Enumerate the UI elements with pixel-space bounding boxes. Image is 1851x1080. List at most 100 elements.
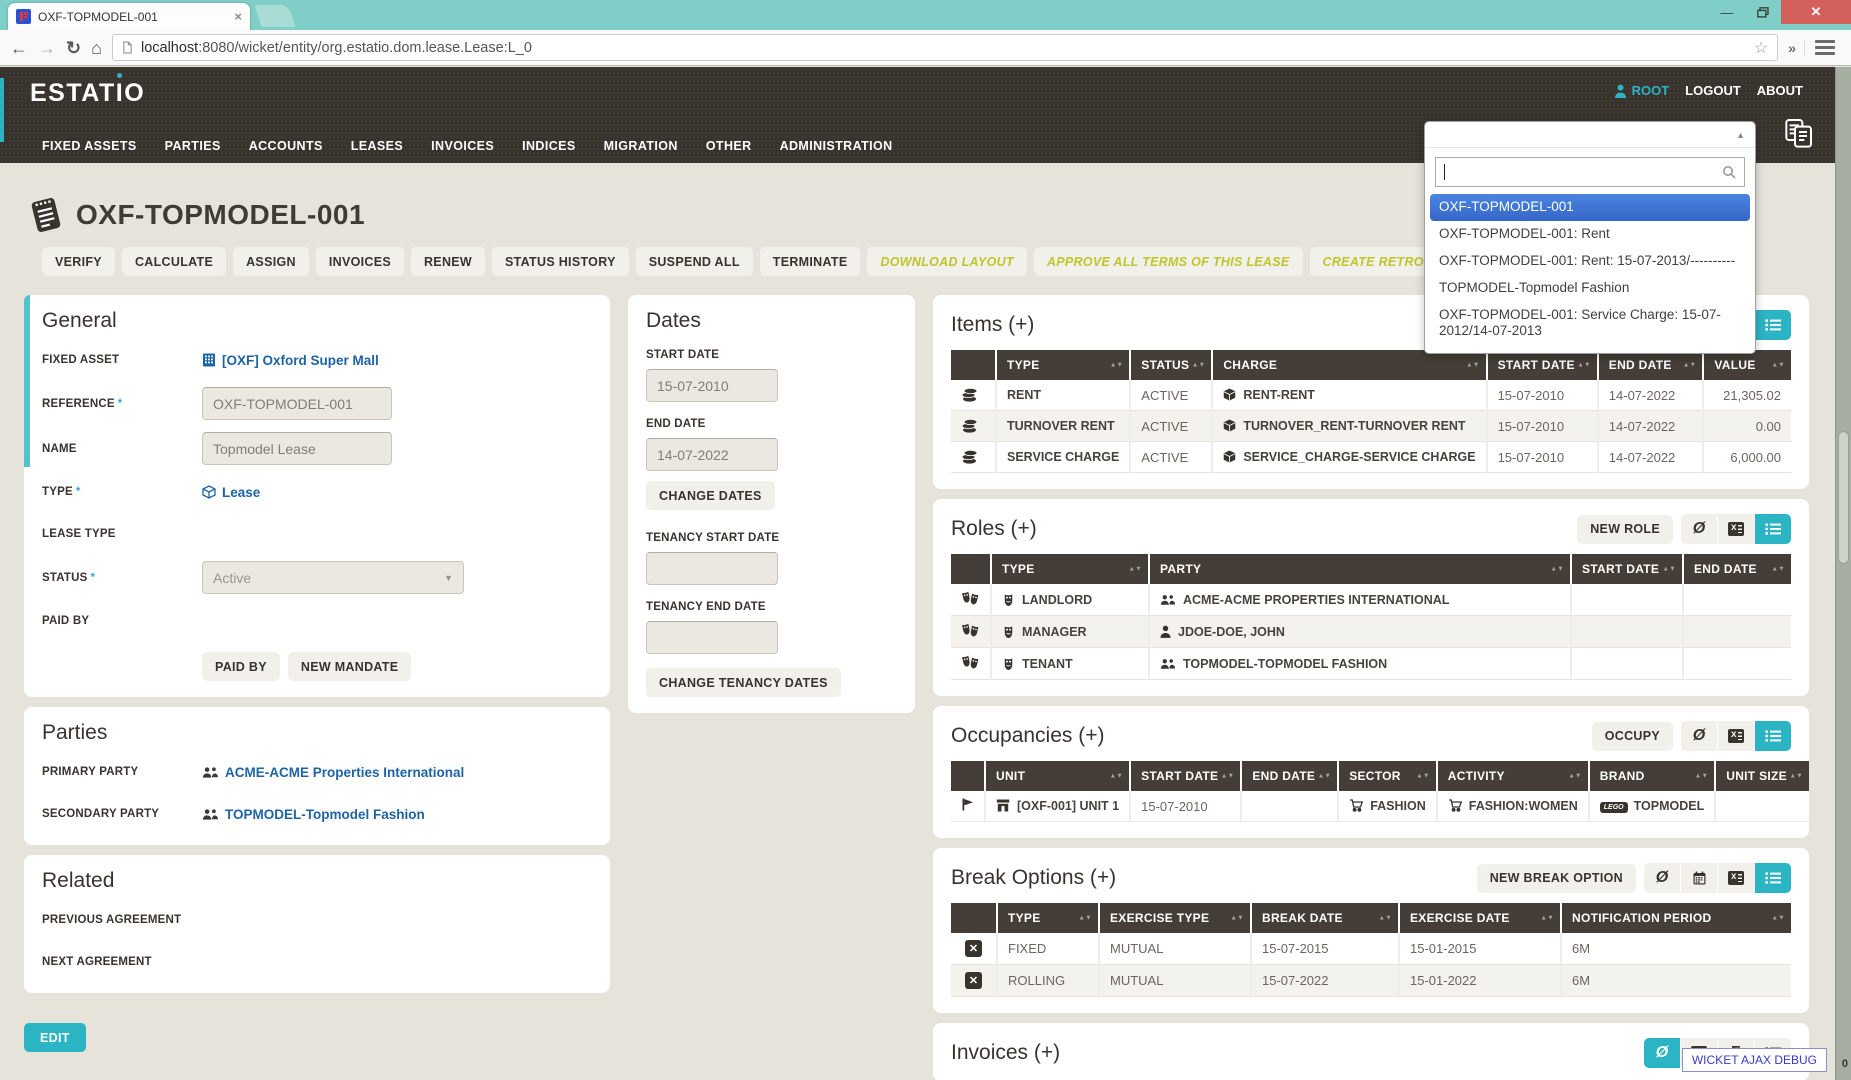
reference-field[interactable] — [202, 387, 392, 420]
occ-col-unit-size[interactable]: UNIT SIZE▲▼ — [1715, 761, 1809, 791]
items-col-start[interactable]: START DATE▲▼ — [1487, 350, 1598, 380]
new-mandate-button[interactable]: NEW MANDATE — [288, 652, 412, 681]
roles-col-party[interactable]: PARTY▲▼ — [1149, 554, 1571, 584]
items-col-charge[interactable]: CHARGE▲▼ — [1212, 350, 1486, 380]
tab-close-icon[interactable]: × — [234, 9, 242, 24]
items-col-type[interactable]: TYPE▲▼ — [996, 350, 1130, 380]
secondary-party-link[interactable]: TOPMODEL-Topmodel Fashion — [202, 807, 425, 822]
table-row[interactable]: TENANT TOPMODEL-TOPMODEL FASHION — [951, 648, 1791, 680]
status-history-button[interactable]: STATUS HISTORY — [492, 247, 629, 276]
change-tenancy-dates-button[interactable]: CHANGE TENANCY DATES — [646, 668, 841, 697]
verify-button[interactable]: VERIFY — [42, 247, 115, 276]
dropdown-option[interactable]: OXF-TOPMODEL-001: Rent — [1430, 221, 1750, 248]
hide-columns-icon[interactable]: Ø — [1681, 514, 1717, 544]
edit-button[interactable]: EDIT — [24, 1023, 86, 1052]
fixed-asset-link[interactable]: [OXF] Oxford Super Mall — [202, 353, 379, 368]
approve-all-terms-button[interactable]: APPROVE ALL TERMS OF THIS LEASE — [1034, 247, 1303, 276]
url-text[interactable]: localhost:8080/wicket/entity/org.estatio… — [141, 40, 1746, 56]
occ-col-sector[interactable]: SECTOR▲▼ — [1338, 761, 1437, 791]
table-row[interactable]: ✕ FIXED MUTUAL 15-07-2015 15-01-2015 6M — [951, 933, 1791, 965]
list-view-icon[interactable] — [1755, 310, 1791, 340]
menu-fixed-assets[interactable]: FIXED ASSETS — [42, 139, 137, 153]
break-col-exercise-type[interactable]: EXERCISE TYPE▲▼ — [1099, 903, 1251, 933]
entity-search-input[interactable] — [1435, 157, 1745, 187]
url-bar[interactable]: localhost:8080/wicket/entity/org.estatio… — [112, 34, 1778, 61]
table-row[interactable]: TURNOVER RENT ACTIVE TURNOVER_RENT-TURNO… — [951, 411, 1791, 442]
occ-col-end[interactable]: END DATE▲▼ — [1241, 761, 1338, 791]
items-col-end[interactable]: END DATE▲▼ — [1598, 350, 1704, 380]
occupy-button[interactable]: OCCUPY — [1592, 722, 1673, 751]
table-row[interactable]: ✕ ROLLING MUTUAL 15-07-2022 15-01-2022 6… — [951, 965, 1791, 997]
table-row[interactable]: [OXF-001] UNIT 1 15-07-2010 FASHION FASH… — [951, 791, 1809, 822]
overflow-chevron-icon[interactable]: » — [1788, 40, 1805, 56]
roles-col-start[interactable]: START DATE▲▼ — [1571, 554, 1683, 584]
entity-dropdown[interactable]: ▲ OXF-TOPMODEL-001 OXF-TOPMODEL-001: Ren… — [1424, 121, 1756, 354]
close-button[interactable]: ✕ — [1781, 0, 1851, 24]
wicket-ajax-debug-link[interactable]: WICKET AJAX DEBUG — [1682, 1048, 1827, 1072]
break-col-notification-period[interactable]: NOTIFICATION PERIOD▲▼ — [1561, 903, 1791, 933]
list-view-icon[interactable] — [1755, 514, 1791, 544]
excel-export-icon[interactable] — [1718, 514, 1754, 544]
name-field[interactable] — [202, 432, 392, 465]
roles-col-end[interactable]: END DATE▲▼ — [1683, 554, 1791, 584]
occ-col-start[interactable]: START DATE▲▼ — [1130, 761, 1241, 791]
change-dates-button[interactable]: CHANGE DATES — [646, 481, 775, 510]
break-col-exercise-date[interactable]: EXERCISE DATE▲▼ — [1399, 903, 1561, 933]
home-icon[interactable]: ⌂ — [91, 39, 102, 57]
hide-columns-icon[interactable]: Ø — [1681, 721, 1717, 751]
assign-button[interactable]: ASSIGN — [233, 247, 309, 276]
logout-link[interactable]: LOGOUT — [1685, 83, 1741, 98]
dropdown-option[interactable]: TOPMODEL-Topmodel Fashion — [1430, 275, 1750, 302]
menu-leases[interactable]: LEASES — [351, 139, 403, 153]
new-role-button[interactable]: NEW ROLE — [1577, 515, 1673, 544]
start-date-field[interactable] — [646, 369, 778, 402]
menu-administration[interactable]: ADMINISTRATION — [780, 139, 893, 153]
calculate-button[interactable]: CALCULATE — [122, 247, 226, 276]
tenancy-end-date-field[interactable] — [646, 621, 778, 654]
user-menu[interactable]: ROOT — [1614, 83, 1670, 98]
invoices-button[interactable]: INVOICES — [316, 247, 404, 276]
hide-columns-icon[interactable]: Ø — [1644, 1038, 1680, 1068]
back-icon[interactable]: ← — [10, 39, 28, 57]
paid-by-button[interactable]: PAID BY — [202, 652, 280, 681]
list-view-icon[interactable] — [1755, 721, 1791, 751]
table-row[interactable]: RENT ACTIVE RENT-RENT 15-07-2010 14-07-2… — [951, 380, 1791, 411]
forward-icon[interactable]: → — [38, 39, 56, 57]
menu-migration[interactable]: MIGRATION — [604, 139, 678, 153]
estatio-logo[interactable]: ESTATIO — [30, 79, 145, 108]
table-row[interactable]: MANAGER JDOE-DOE, JOHN — [951, 616, 1791, 648]
dropdown-option[interactable]: OXF-TOPMODEL-001 — [1430, 194, 1750, 221]
renew-button[interactable]: RENEW — [411, 247, 485, 276]
copy-pages-icon[interactable] — [1784, 118, 1814, 155]
excel-export-icon[interactable] — [1718, 721, 1754, 751]
entity-dropdown-select[interactable]: ▲ — [1425, 122, 1755, 148]
browser-tab[interactable]: OXF-TOPMODEL-001 × — [8, 3, 250, 30]
end-date-field[interactable] — [646, 438, 778, 471]
browser-menu-icon[interactable] — [1815, 40, 1835, 55]
restore-button[interactable] — [1745, 0, 1781, 24]
sort-icon[interactable]: ▲▼ — [1110, 362, 1123, 368]
menu-indices[interactable]: INDICES — [522, 139, 576, 153]
minimize-button[interactable]: — — [1709, 0, 1745, 24]
hide-columns-icon[interactable]: Ø — [1644, 863, 1680, 893]
remove-row-icon[interactable]: ✕ — [965, 972, 982, 989]
calendar-icon[interactable] — [1681, 863, 1717, 893]
scrollbar-thumb[interactable] — [1838, 431, 1849, 564]
occ-col-activity[interactable]: ACTIVITY▲▼ — [1437, 761, 1589, 791]
occ-col-brand[interactable]: BRAND▲▼ — [1589, 761, 1715, 791]
new-break-option-button[interactable]: NEW BREAK OPTION — [1477, 864, 1636, 893]
occ-col-unit[interactable]: UNIT▲▼ — [985, 761, 1130, 791]
dropdown-option[interactable]: OXF-TOPMODEL-001: Service Charge: 15-07-… — [1430, 302, 1750, 346]
menu-accounts[interactable]: ACCOUNTS — [249, 139, 323, 153]
items-col-value[interactable]: VALUE▲▼ — [1703, 350, 1791, 380]
download-layout-button[interactable]: DOWNLOAD LAYOUT — [867, 247, 1026, 276]
break-col-break-date[interactable]: BREAK DATE▲▼ — [1251, 903, 1399, 933]
remove-row-icon[interactable]: ✕ — [965, 940, 982, 957]
about-link[interactable]: ABOUT — [1757, 83, 1803, 98]
status-select[interactable]: Active ▼ — [202, 561, 464, 594]
suspend-all-button[interactable]: SUSPEND ALL — [636, 247, 753, 276]
new-tab-button[interactable] — [254, 5, 295, 27]
page-scrollbar[interactable] — [1835, 67, 1851, 1080]
primary-party-link[interactable]: ACME-ACME Properties International — [202, 765, 464, 780]
excel-export-icon[interactable] — [1718, 863, 1754, 893]
